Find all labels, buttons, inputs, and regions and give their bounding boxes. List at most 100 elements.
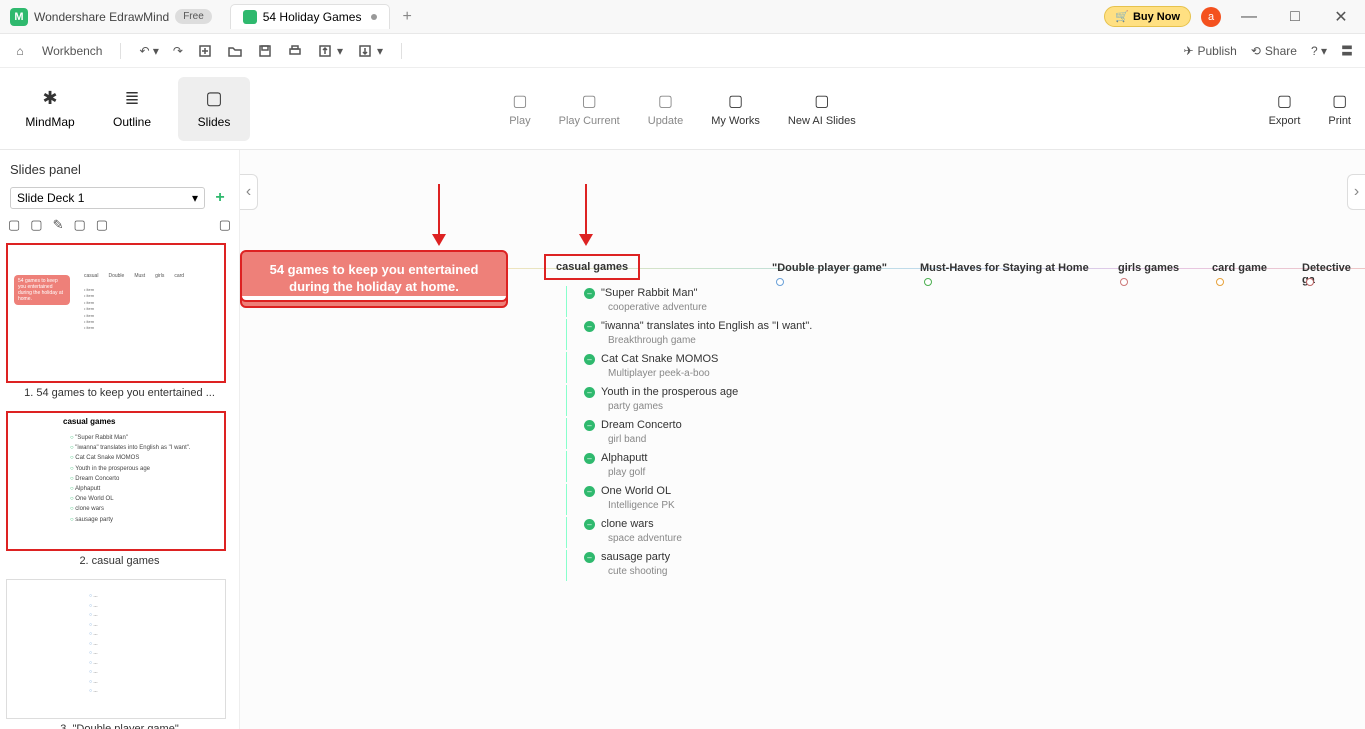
tab-mindmap[interactable]: ✱MindMap [14,77,86,141]
new-ai-slides-button[interactable]: ▢New AI Slides [788,91,856,127]
print-slides-button[interactable]: ▢Print [1328,91,1351,127]
slide-thumb-1[interactable]: 54 games to keep you entertained during … [6,243,233,403]
redo-button[interactable]: ↷ [173,44,183,58]
new-tab-button[interactable]: + [402,8,411,26]
category-girls[interactable]: girls games [1118,262,1179,274]
tree-node[interactable]: –"iwanna" translates into English as "I … [556,319,976,350]
tool-1[interactable]: ▢ [8,217,20,233]
print-button[interactable] [287,43,303,59]
workbench-button[interactable]: Workbench [42,44,102,58]
tool-present[interactable]: ▢ [219,217,231,233]
tool-4[interactable]: ▢ [74,217,86,233]
save-button[interactable] [257,43,273,59]
collapse-icon[interactable]: – [584,453,595,464]
tree-node[interactable]: –Cat Cat Snake MOMOSMultiplayer peek-a-b… [556,352,976,383]
tab-outline[interactable]: ≣ Outline [96,77,168,141]
node-sub: cooperative adventure [584,300,976,317]
help-button[interactable]: ? ▾ [1311,44,1327,58]
tree-node[interactable]: –clone warsspace adventure [556,517,976,548]
collapse-icon[interactable]: – [584,387,595,398]
collapse-icon[interactable]: – [584,486,595,497]
import-button[interactable]: ▾ [357,43,383,59]
casual-tree: –"Super Rabbit Man"cooperative adventure… [556,286,976,583]
app-brand: M Wondershare EdrawMind Free [0,8,222,26]
node-name: One World OL [601,485,671,497]
collapse-left-button[interactable]: ‹ [240,174,258,210]
slides-panel-title: Slides panel [6,156,233,183]
free-badge: Free [175,9,212,24]
category-double[interactable]: "Double player game" [772,262,887,274]
category-card[interactable]: card game [1212,262,1267,274]
undo-button[interactable]: ↶ ▾ [139,44,158,58]
avatar[interactable]: a [1201,7,1221,27]
deck-label: Slide Deck 1 [17,191,84,205]
slide-thumb-2[interactable]: casual games "Super Rabbit Man""iwanna" … [6,411,233,571]
slides-panel: Slides panel Slide Deck 1▾ + ▢ ▢ ✎ ▢ ▢ ▢… [0,150,240,729]
tool-2[interactable]: ▢ [30,217,42,233]
add-deck-button[interactable]: + [211,189,229,207]
share-button[interactable]: ⟲ Share [1251,44,1297,58]
open-button[interactable] [227,43,243,59]
tab-slides[interactable]: ▢Slides [178,77,250,141]
deck-select[interactable]: Slide Deck 1▾ [10,187,205,209]
maximize-button[interactable]: □ [1277,3,1313,31]
home-button[interactable]: ⌂ [12,43,28,59]
export-label: Export [1269,115,1301,127]
collapse-icon[interactable]: – [584,519,595,530]
tree-node[interactable]: –One World OLIntelligence PK [556,484,976,515]
node-name: "Super Rabbit Man" [601,287,697,299]
my-works-label: My Works [711,115,760,127]
category-musthaves[interactable]: Must-Haves for Staying at Home [920,262,1089,274]
ppt-icon: ▢ [1277,91,1292,111]
slide-thumb-3[interactable]: ................................. 3. "Do… [6,579,233,729]
dot-musthaves [924,278,932,286]
tree-node[interactable]: –"Super Rabbit Man"cooperative adventure [556,286,976,317]
home-icon: ⌂ [12,43,28,59]
thumb2-title: casual games [63,417,115,426]
close-button[interactable]: ✕ [1323,3,1359,31]
collapse-icon[interactable]: – [584,354,595,365]
new-icon [197,43,213,59]
annotation-arrow-1 [432,184,446,246]
publish-button[interactable]: ✈ Publish [1183,44,1236,58]
update-label: Update [648,115,683,127]
collapse-icon[interactable]: – [584,321,595,332]
play-button[interactable]: ▢Play [509,91,530,127]
node-name: Youth in the prosperous age [601,386,738,398]
my-works-button[interactable]: ▢My Works [711,91,760,127]
minimize-button[interactable]: — [1231,3,1267,31]
update-button[interactable]: ▢Update [648,91,683,127]
dot-double [776,278,784,286]
tree-node[interactable]: –Youth in the prosperous ageparty games [556,385,976,416]
document-tab[interactable]: 54 Holiday Games [230,4,391,29]
tab-slides-label: Slides [198,115,231,129]
category-casual[interactable]: casual games [544,254,640,280]
app-name: Wondershare EdrawMind [34,10,169,24]
collapse-icon[interactable]: – [584,420,595,431]
thumb2-label: 2. casual games [6,551,233,571]
tool-3[interactable]: ✎ [53,217,64,233]
tree-node[interactable]: –sausage partycute shooting [556,550,976,581]
tree-node[interactable]: –Alphaputtplay golf [556,451,976,482]
outline-icon: ≣ [124,88,139,109]
node-name: Alphaputt [601,452,647,464]
export-button[interactable]: ▾ [317,43,343,59]
buy-now-button[interactable]: 🛒 Buy Now [1104,6,1191,27]
node-sub: space adventure [584,531,976,548]
tab-outline-label: Outline [113,115,151,129]
collapse-right-button[interactable]: › [1347,174,1365,210]
collapse-icon[interactable]: – [584,552,595,563]
tree-node[interactable]: –Dream Concertogirl band [556,418,976,449]
export-slides-button[interactable]: ▢ Export [1269,91,1301,127]
menu-button[interactable]: 〓 [1341,42,1353,59]
node-name: clone wars [601,518,654,530]
tool-5[interactable]: ▢ [96,217,108,233]
node-sub: party games [584,399,976,416]
collapse-icon[interactable]: – [584,288,595,299]
share-label: Share [1265,44,1297,58]
import-icon [357,43,373,59]
canvas[interactable]: ‹ › 54 games to keep you entertained dur… [240,150,1365,729]
dot-detective [1306,278,1314,286]
new-button[interactable] [197,43,213,59]
play-current-button[interactable]: ▢Play Current [559,91,620,127]
